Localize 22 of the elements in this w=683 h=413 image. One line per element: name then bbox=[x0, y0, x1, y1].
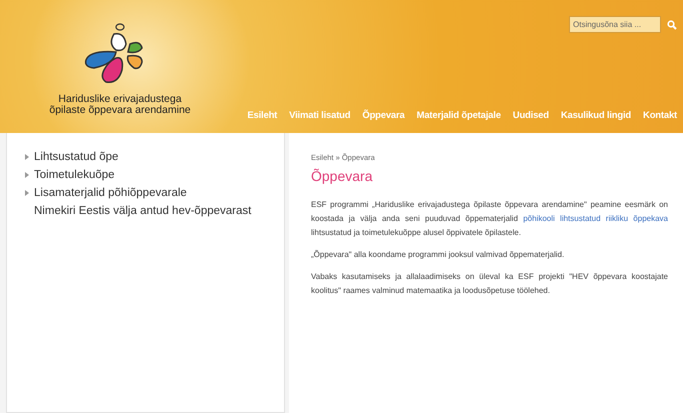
nav-link[interactable]: Õppevara bbox=[362, 110, 405, 121]
triangle-icon bbox=[25, 190, 29, 196]
paragraph: ESF programmi „Hariduslike erivajadustega õpilaste õppevara arendamine" peamine eesmärk on koostada ja välja anda seni puuduvad õppematerjalid põhikooli lihtsustatud riikliku õppekava lihtsustatud ja toimetulekuõppe alusel õppivatele õpilastele. bbox=[311, 199, 668, 239]
sidebar-link[interactable]: Lihtsustatud õpe bbox=[25, 151, 284, 163]
paragraph: Vabaks kasutamiseks ja allalaadimiseks on üleval ka ESF projekti "HEV õppevara koostajate koolitus" raames valminud matemaatika ja loodusõpetuse töölehed. bbox=[311, 271, 668, 297]
nav-link[interactable]: Materjalid õpetajale bbox=[416, 110, 501, 121]
nav-link[interactable]: Kontakt bbox=[643, 110, 677, 121]
sidebar-link[interactable]: Toimetulekuõpe bbox=[25, 169, 284, 181]
site-name: Hariduslike erivajadustega õpilaste õppevara arendamine bbox=[49, 94, 191, 116]
nav-link[interactable]: Esileht bbox=[247, 110, 278, 121]
paragraph: „Õppevara" alla koondame programmi jooksul valmivad õppematerjalid. bbox=[311, 249, 566, 261]
sidebar-link[interactable]: Lisamaterjalid põhiõppevarale bbox=[25, 187, 284, 199]
triangle-icon bbox=[25, 172, 29, 178]
search-icon[interactable] bbox=[667, 20, 677, 30]
nav-link[interactable]: Viimati lisatud bbox=[289, 110, 350, 121]
page-title: Õppevara bbox=[311, 168, 374, 184]
sidebar-link[interactable]: Nimekiri Eestis välja antud hev-õppevarast bbox=[25, 205, 284, 217]
nav-link[interactable]: Uudised bbox=[512, 110, 549, 121]
triangle-icon bbox=[25, 154, 29, 160]
nav-link[interactable]: Kasulikud lingid bbox=[560, 110, 632, 121]
search-field[interactable]: Otsingusõna siia ... bbox=[569, 16, 661, 33]
link[interactable]: põhikooli lihtsustatud riikliku õppekava bbox=[523, 214, 668, 223]
